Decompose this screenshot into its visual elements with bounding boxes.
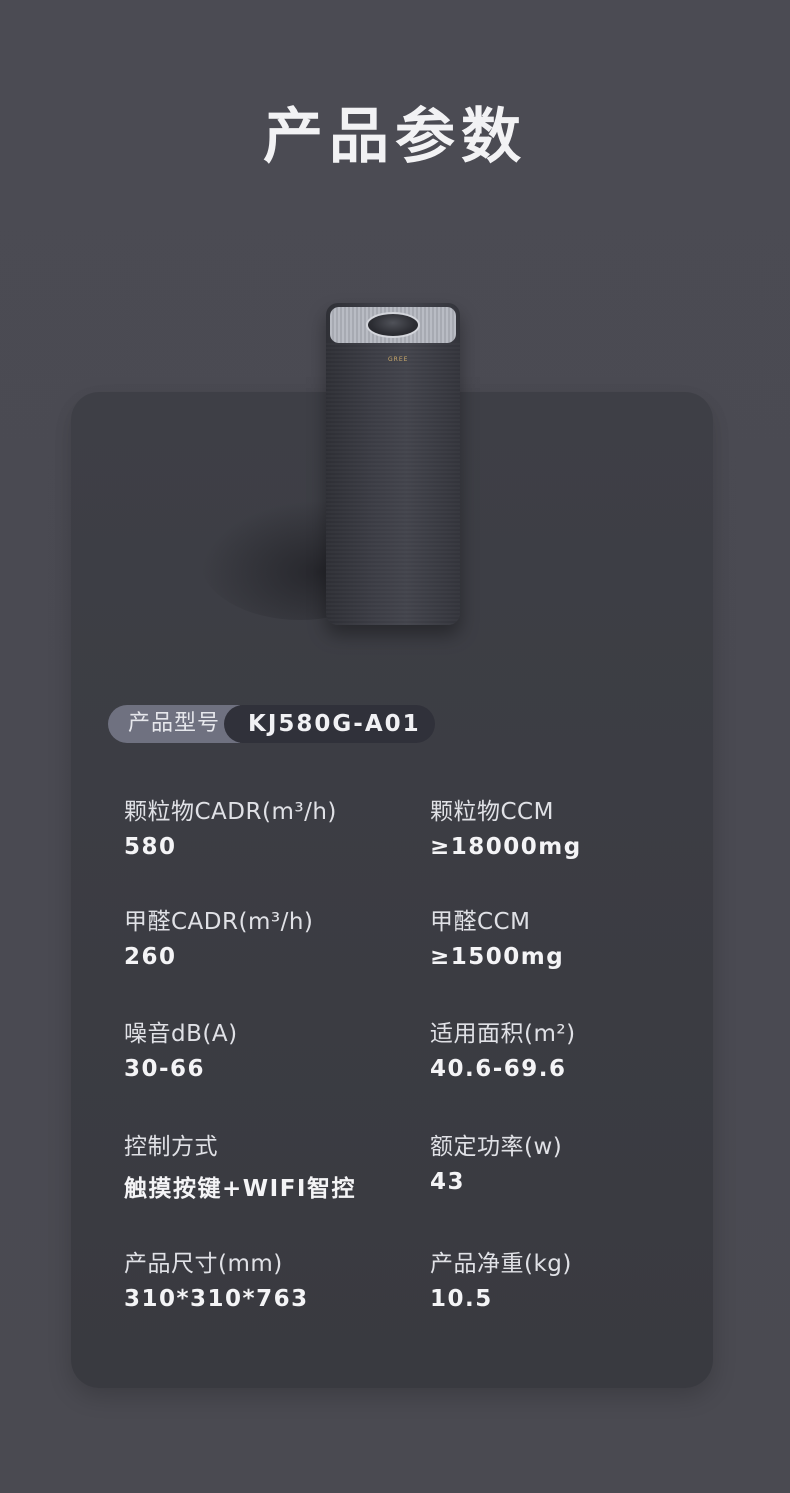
spec-item: 额定功率(w) 43 [430, 1127, 730, 1195]
spec-value: ≥18000mg [430, 834, 582, 860]
control-knob [366, 312, 420, 338]
spec-label: 控制方式 [124, 1134, 218, 1160]
spec-label: 甲醛CCM [430, 909, 531, 935]
page-background: 产品参数 GREE 产品型号 KJ580G-A01 颗粒物CADR(m³/h) … [0, 0, 790, 1493]
spec-item: 噪音dB(A) 30-66 [124, 1014, 424, 1082]
spec-value: 260 [124, 944, 177, 970]
spec-label: 颗粒物CADR(m³/h) [124, 799, 337, 825]
page-title: 产品参数 [263, 102, 527, 172]
spec-label: 适用面积(m²) [430, 1021, 576, 1047]
air-purifier-body: GREE [326, 303, 460, 625]
model-pill: 产品型号 KJ580G-A01 [108, 705, 435, 743]
air-purifier-image: GREE [326, 303, 460, 625]
spec-value: 40.6-69.6 [430, 1056, 567, 1082]
brand-logo: GREE [388, 356, 409, 363]
spec-item: 适用面积(m²) 40.6-69.6 [430, 1014, 730, 1082]
spec-item: 颗粒物CADR(m³/h) 580 [124, 792, 424, 860]
spec-item: 甲醛CADR(m³/h) 260 [124, 902, 424, 970]
spec-label: 产品尺寸(mm) [124, 1251, 283, 1277]
spec-value: 580 [124, 834, 177, 860]
spec-item: 甲醛CCM ≥1500mg [430, 902, 730, 970]
spec-item: 产品尺寸(mm) 310*310*763 [124, 1244, 424, 1312]
air-outlet-grille [330, 307, 456, 343]
spec-value: 10.5 [430, 1286, 493, 1312]
spec-item: 产品净重(kg) 10.5 [430, 1244, 730, 1312]
spec-item: 控制方式 触摸按键+WIFI智控 [124, 1127, 424, 1203]
model-value: KJ580G-A01 [224, 705, 435, 743]
spec-label: 颗粒物CCM [430, 799, 554, 825]
spec-value: ≥1500mg [430, 944, 565, 970]
model-label: 产品型号 [108, 705, 241, 743]
spec-item: 颗粒物CCM ≥18000mg [430, 792, 730, 860]
spec-value: 30-66 [124, 1056, 206, 1082]
spec-label: 甲醛CADR(m³/h) [124, 909, 314, 935]
spec-value: 310*310*763 [124, 1286, 309, 1312]
spec-label: 产品净重(kg) [430, 1251, 572, 1277]
fabric-texture [326, 343, 460, 625]
spec-value: 43 [430, 1169, 466, 1195]
spec-label: 额定功率(w) [430, 1134, 563, 1160]
spec-value: 触摸按键+WIFI智控 [124, 1176, 356, 1202]
spec-label: 噪音dB(A) [124, 1021, 238, 1047]
